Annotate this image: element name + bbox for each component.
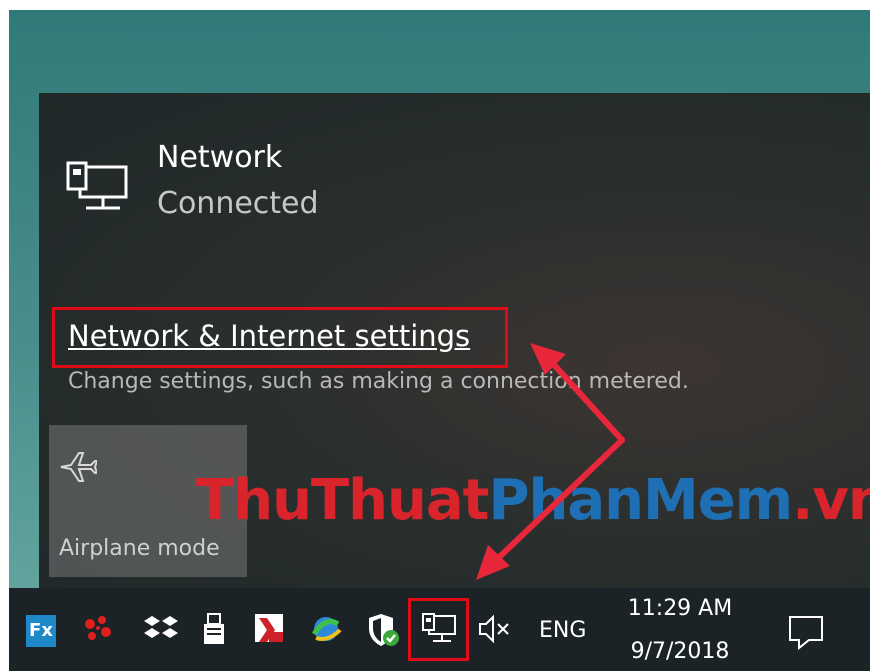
browser-icon[interactable] <box>308 612 344 646</box>
volume-muted-icon[interactable] <box>478 612 514 646</box>
fx-app-icon[interactable]: Fx <box>26 615 56 647</box>
defender-shield-icon[interactable] <box>365 612 401 648</box>
kaspersky-icon[interactable] <box>253 612 287 646</box>
annotation-arrows <box>476 343 625 580</box>
action-center-icon[interactable] <box>787 614 827 650</box>
apps-cluster-icon[interactable] <box>80 612 116 646</box>
language-indicator[interactable]: ENG <box>539 617 586 645</box>
usb-device-icon[interactable] <box>198 612 230 648</box>
clock-time[interactable]: 11:29 AM <box>610 594 750 624</box>
clock-date[interactable]: 9/7/2018 <box>610 637 750 667</box>
network-icon-highlight <box>408 598 469 661</box>
dropbox-icon[interactable] <box>143 612 179 646</box>
